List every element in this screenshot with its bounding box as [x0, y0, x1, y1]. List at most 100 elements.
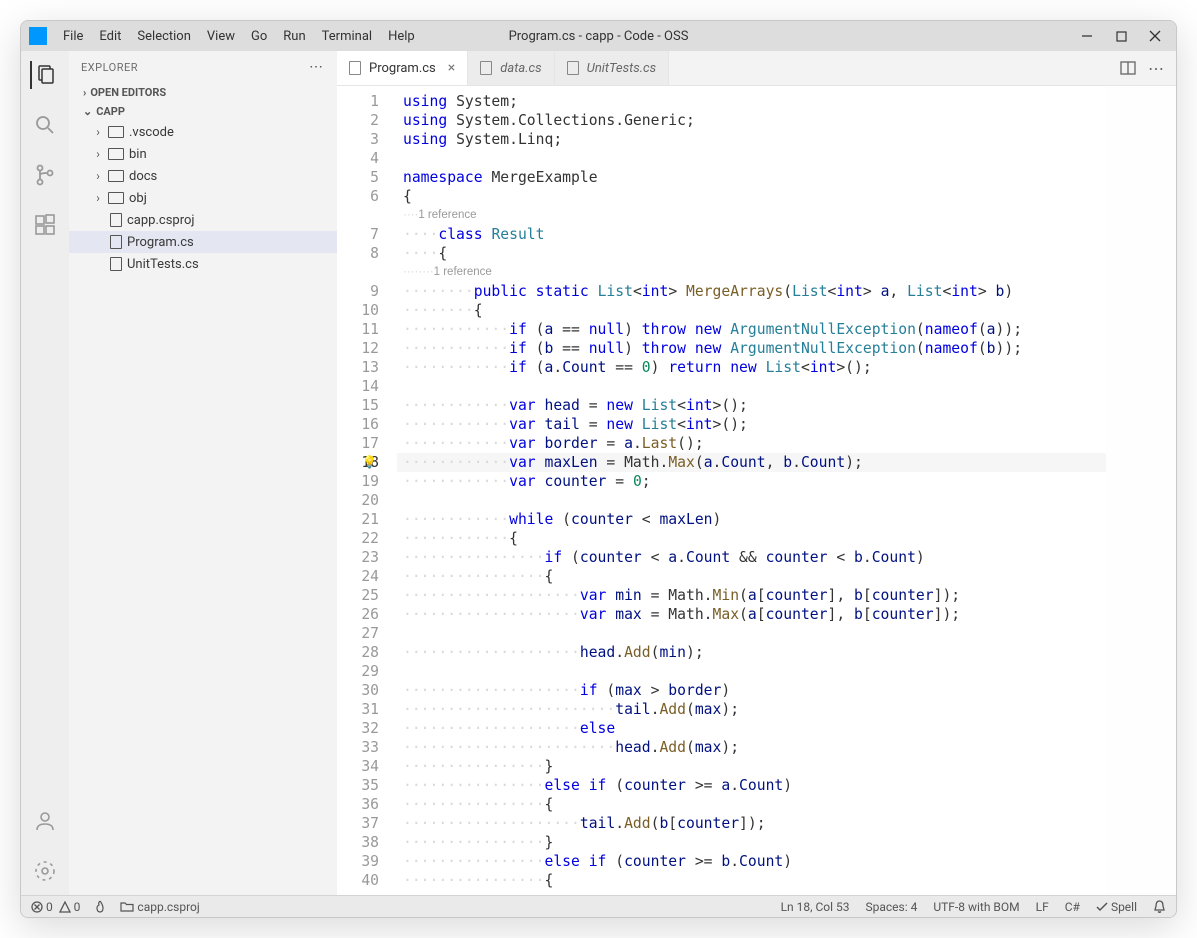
code-line[interactable]: ············if (a.Count == 0) return new… — [397, 358, 1106, 377]
source-control-icon[interactable] — [31, 161, 59, 189]
code-line[interactable]: ················if (counter < a.Count &&… — [397, 548, 1106, 567]
tab-data-cs[interactable]: data.cs — [468, 51, 554, 85]
minimap[interactable] — [1106, 86, 1176, 895]
status-encoding[interactable]: UTF-8 with BOM — [933, 900, 1019, 914]
code-line[interactable]: using System.Collections.Generic; — [397, 111, 1106, 130]
folder-bin[interactable]: ›bin — [69, 143, 337, 165]
code-line[interactable]: using System.Linq; — [397, 130, 1106, 149]
status-flame-icon[interactable] — [94, 900, 106, 914]
search-icon[interactable] — [31, 111, 59, 139]
code-line[interactable]: ····{ — [397, 244, 1106, 263]
account-icon[interactable] — [31, 807, 59, 835]
folder--vscode[interactable]: ›.vscode — [69, 121, 337, 143]
folder-icon — [108, 170, 124, 182]
workspace-root[interactable]: ⌄ CAPP — [69, 102, 337, 121]
code-line[interactable]: ················{ — [397, 567, 1106, 586]
code-line[interactable]: ················{ — [397, 795, 1106, 814]
menu-go[interactable]: Go — [243, 26, 275, 47]
file-capp-csproj[interactable]: capp.csproj — [69, 209, 337, 231]
code-line[interactable]: ············var tail = new List<int>(); — [397, 415, 1106, 434]
code-line[interactable]: ················{ — [397, 871, 1106, 890]
code-line[interactable] — [397, 624, 1106, 643]
menu-selection[interactable]: Selection — [129, 26, 198, 47]
status-eol[interactable]: LF — [1036, 900, 1049, 914]
code-line[interactable]: ····················var min = Math.Min(a… — [397, 586, 1106, 605]
menu-run[interactable]: Run — [275, 26, 313, 47]
menu-file[interactable]: File — [55, 26, 91, 47]
code-line[interactable]: ················} — [397, 833, 1106, 852]
codelens[interactable]: ········1 reference — [397, 263, 1106, 282]
code-line[interactable]: ············var maxLen = Math.Max(a.Coun… — [397, 453, 1106, 472]
code-line[interactable]: { — [397, 187, 1106, 206]
code-line[interactable]: namespace MergeExample — [397, 168, 1106, 187]
status-bell-icon[interactable] — [1153, 900, 1166, 914]
code-editor[interactable]: using System;using System.Collections.Ge… — [397, 86, 1106, 895]
open-editors-section[interactable]: › OPEN EDITORS — [69, 83, 337, 102]
tab-UnitTests-cs[interactable]: UnitTests.cs — [555, 51, 669, 85]
code-line[interactable]: ············var counter = 0; — [397, 472, 1106, 491]
minimize-button[interactable] — [1080, 29, 1094, 43]
tree-label: .vscode — [129, 125, 174, 140]
maximize-button[interactable] — [1114, 29, 1128, 43]
line-number: 39 — [337, 852, 379, 871]
code-line[interactable]: ················} — [397, 757, 1106, 776]
tab-Program-cs[interactable]: Program.cs× — [337, 51, 468, 85]
file-Program-cs[interactable]: Program.cs — [69, 231, 337, 253]
code-line[interactable]: ························tail.Add(max); — [397, 700, 1106, 719]
code-line[interactable] — [397, 491, 1106, 510]
file-UnitTests-cs[interactable]: UnitTests.cs — [69, 253, 337, 275]
code-line[interactable] — [397, 149, 1106, 168]
lightbulb-icon[interactable]: 💡 — [362, 453, 377, 472]
code-line[interactable]: ····················var max = Math.Max(a… — [397, 605, 1106, 624]
status-errors[interactable]: 0 0 — [31, 900, 80, 914]
explorer-icon[interactable] — [30, 61, 58, 89]
status-project[interactable]: capp.csproj — [120, 900, 199, 914]
status-spaces[interactable]: Spaces: 4 — [866, 900, 918, 914]
line-number: 6 — [337, 187, 379, 206]
extensions-icon[interactable] — [31, 211, 59, 239]
chevron-right-icon: › — [83, 86, 86, 99]
menu-terminal[interactable]: Terminal — [314, 26, 380, 47]
tree-label: Program.cs — [127, 235, 194, 250]
code-line[interactable]: using System; — [397, 92, 1106, 111]
code-line[interactable]: ········public static List<int> MergeArr… — [397, 282, 1106, 301]
folder-docs[interactable]: ›docs — [69, 165, 337, 187]
menu-help[interactable]: Help — [380, 26, 423, 47]
folder-obj[interactable]: ›obj — [69, 187, 337, 209]
code-line[interactable]: ············var border = a.Last(); — [397, 434, 1106, 453]
menu-edit[interactable]: Edit — [91, 26, 129, 47]
code-line[interactable]: ············if (b == null) throw new Arg… — [397, 339, 1106, 358]
code-line[interactable]: ············{ — [397, 529, 1106, 548]
menu-view[interactable]: View — [199, 26, 243, 47]
tab-more-icon[interactable]: ⋯ — [1148, 59, 1164, 78]
status-lang[interactable]: C# — [1065, 900, 1080, 914]
status-spell[interactable]: Spell — [1096, 900, 1137, 914]
code-line[interactable]: ············var head = new List<int>(); — [397, 396, 1106, 415]
settings-gear-icon[interactable] — [31, 857, 59, 885]
code-line[interactable]: ········{ — [397, 301, 1106, 320]
split-editor-icon[interactable] — [1120, 60, 1136, 76]
code-line[interactable]: ····················else — [397, 719, 1106, 738]
code-line[interactable]: ····················head.Add(min); — [397, 643, 1106, 662]
code-line[interactable]: ····················if (max > border) — [397, 681, 1106, 700]
sidebar-more-icon[interactable]: ⋯ — [309, 59, 325, 75]
status-position[interactable]: Ln 18, Col 53 — [781, 900, 850, 914]
code-line[interactable] — [397, 662, 1106, 681]
line-number: 24 — [337, 567, 379, 586]
folder-icon — [108, 126, 124, 138]
status-bar: 0 0 capp.csproj Ln 18, Col 53 Spaces: 4 … — [21, 895, 1176, 917]
code-line[interactable]: ············while (counter < maxLen) — [397, 510, 1106, 529]
code-line[interactable]: ····················tail.Add(b[counter])… — [397, 814, 1106, 833]
code-line[interactable]: ················else if (counter >= b.Co… — [397, 852, 1106, 871]
code-line[interactable]: ················else if (counter >= a.Co… — [397, 776, 1106, 795]
close-tab-icon[interactable]: × — [448, 60, 455, 76]
window-title: Program.cs - capp - Code - OSS — [509, 29, 689, 44]
line-number: 19 — [337, 472, 379, 491]
close-button[interactable] — [1148, 29, 1162, 43]
code-line[interactable]: ····class Result — [397, 225, 1106, 244]
codelens[interactable]: ····1 reference — [397, 206, 1106, 225]
code-line[interactable]: ············if (a == null) throw new Arg… — [397, 320, 1106, 339]
code-line[interactable] — [397, 377, 1106, 396]
file-icon — [567, 61, 579, 75]
code-line[interactable]: ························head.Add(max); — [397, 738, 1106, 757]
